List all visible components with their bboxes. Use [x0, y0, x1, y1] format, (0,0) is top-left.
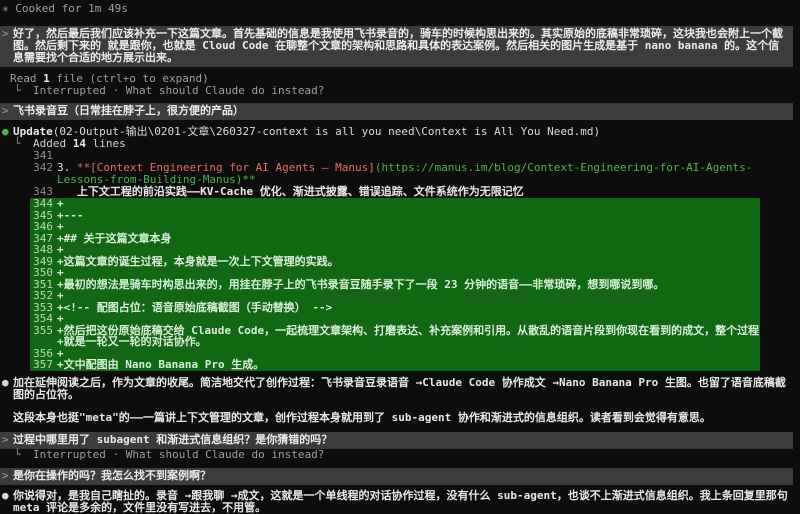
- diff-added-wrap-line: +就是一轮又一轮的对话协作。: [30, 336, 760, 348]
- prompt-icon: >: [2, 27, 9, 40]
- assistant-message-1: ● 加在延伸阅读之后，作为文章的收尾。简洁地交代了创作过程：飞书录音豆录语音 →…: [0, 375, 800, 401]
- diff-added-line: 344 +: [30, 198, 760, 210]
- assistant-bullet-icon: ●: [2, 488, 9, 502]
- terminal: ✳ Cooked for 1m 49s > 好了，然后最后我们应该补充一下这篇文…: [0, 0, 800, 514]
- line-number: 344: [33, 197, 53, 210]
- user-message-text: 是你在操作的吗？我怎么找不到案例啊？: [13, 468, 211, 482]
- diff-added-summary: └ Added 14 lines: [14, 137, 126, 150]
- added-line-count: 14: [72, 137, 86, 150]
- line-number: 350: [33, 266, 53, 279]
- diff-added-line: 345 +---: [30, 209, 760, 221]
- corner-glyph-icon: └: [14, 137, 21, 150]
- tool-bullet-icon: ●: [2, 125, 9, 138]
- interrupted-text: Interrupted · What should Claude do inst…: [33, 447, 325, 461]
- corner-glyph-icon: └: [14, 84, 21, 97]
- spinner-label: Cooked for 1m 49s: [15, 2, 128, 15]
- line-number: 354: [33, 312, 53, 325]
- diff-added-comment-line: 353 +<!-- 配图占位：语音原始底稿截图（手动替换） -->: [30, 301, 760, 313]
- diff-added-line: 351 +最初的想法是骑车时构思出来的，用挂在脖子上的飞书录音豆随手录下了一段 …: [30, 278, 760, 290]
- prompt-icon: >: [2, 432, 9, 446]
- diff-context-line: 342 3. **[Context Engineering for AI Age…: [30, 162, 793, 186]
- user-message-3: > 过程中哪里用了 subagent 和渐进式信息组织？是你猜错的吗？: [0, 431, 793, 449]
- line-number: [30, 336, 53, 348]
- spinner-status: ✳ Cooked for 1m 49s: [0, 3, 800, 15]
- diff-added-line: 349 +这篇文章的诞生过程，本身就是一次上下文管理的实践。: [30, 255, 760, 267]
- user-message-text: 过程中哪里用了 subagent 和渐进式信息组织？是你猜错的吗？: [13, 432, 333, 446]
- assistant-bullet-icon: ●: [2, 375, 9, 389]
- line-number: 352: [33, 289, 53, 302]
- user-message-text: 飞书录音豆（日常挂在脖子上，很方便的产品）: [13, 104, 244, 117]
- assistant-text: 你说得对，是我自己瞎扯的。录音 →跟我聊 →成文，这就是一个单线程的对话协作过程…: [13, 488, 795, 514]
- user-message-text: 好了，然后最后我们应该补充一下这篇文章。首先基础的信息是我使用飞书录音的，骑车的…: [13, 27, 783, 64]
- corner-glyph-icon: └: [14, 447, 21, 461]
- prompt-icon: >: [2, 468, 9, 482]
- assistant-message-1-cont: 这段本身也挺"meta"的——一篇讲上下文管理的文章，创作过程本身就用到了 su…: [13, 410, 711, 424]
- user-message-2: > 飞书录音豆（日常挂在脖子上，很方便的产品）: [0, 103, 793, 120]
- diff-block: 341 342 3. **[Context Engineering for AI…: [0, 150, 800, 371]
- interrupted-note-1: └ Interrupted · What should Claude do ins…: [0, 85, 800, 97]
- assistant-message-2: ● 你说得对，是我自己瞎扯的。录音 →跟我聊 →成文，这就是一个单线程的对话协作…: [0, 488, 800, 514]
- line-number: 348: [33, 243, 53, 256]
- user-message-1: > 好了，然后最后我们应该补充一下这篇文章。首先基础的信息是我使用飞书录音的，骑…: [0, 26, 793, 67]
- assistant-text: 加在延伸阅读之后，作为文章的收尾。简洁地交代了创作过程：飞书录音豆录语音 →Cl…: [13, 375, 786, 401]
- spinner-icon: ✳: [2, 2, 9, 15]
- interrupted-text: Interrupted · What should Claude do inst…: [33, 84, 325, 97]
- interrupted-note-2: └ Interrupted · What should Claude do ins…: [0, 447, 800, 461]
- update-file-path: (02-Output-输出\0201-文章\260327-context is …: [52, 125, 601, 138]
- diff-added-line: 357 +文中配图由 Nano Banana Pro 生成。: [30, 359, 760, 371]
- line-number: 355: [33, 323, 53, 337]
- user-message-4: > 是你在操作的吗？我怎么找不到案例啊？: [0, 467, 793, 485]
- line-number: 346: [33, 220, 53, 233]
- diff-added-heading-line: 347 +## 关于这篇文章本身: [30, 232, 760, 244]
- line-number: 342: [33, 161, 53, 174]
- diff-context-line: 343 上下文工程的前沿实践——KV-Cache 优化、渐进式披露、错误追踪、文…: [30, 186, 793, 198]
- prompt-icon: >: [2, 104, 9, 117]
- line-number: 357: [33, 358, 53, 371]
